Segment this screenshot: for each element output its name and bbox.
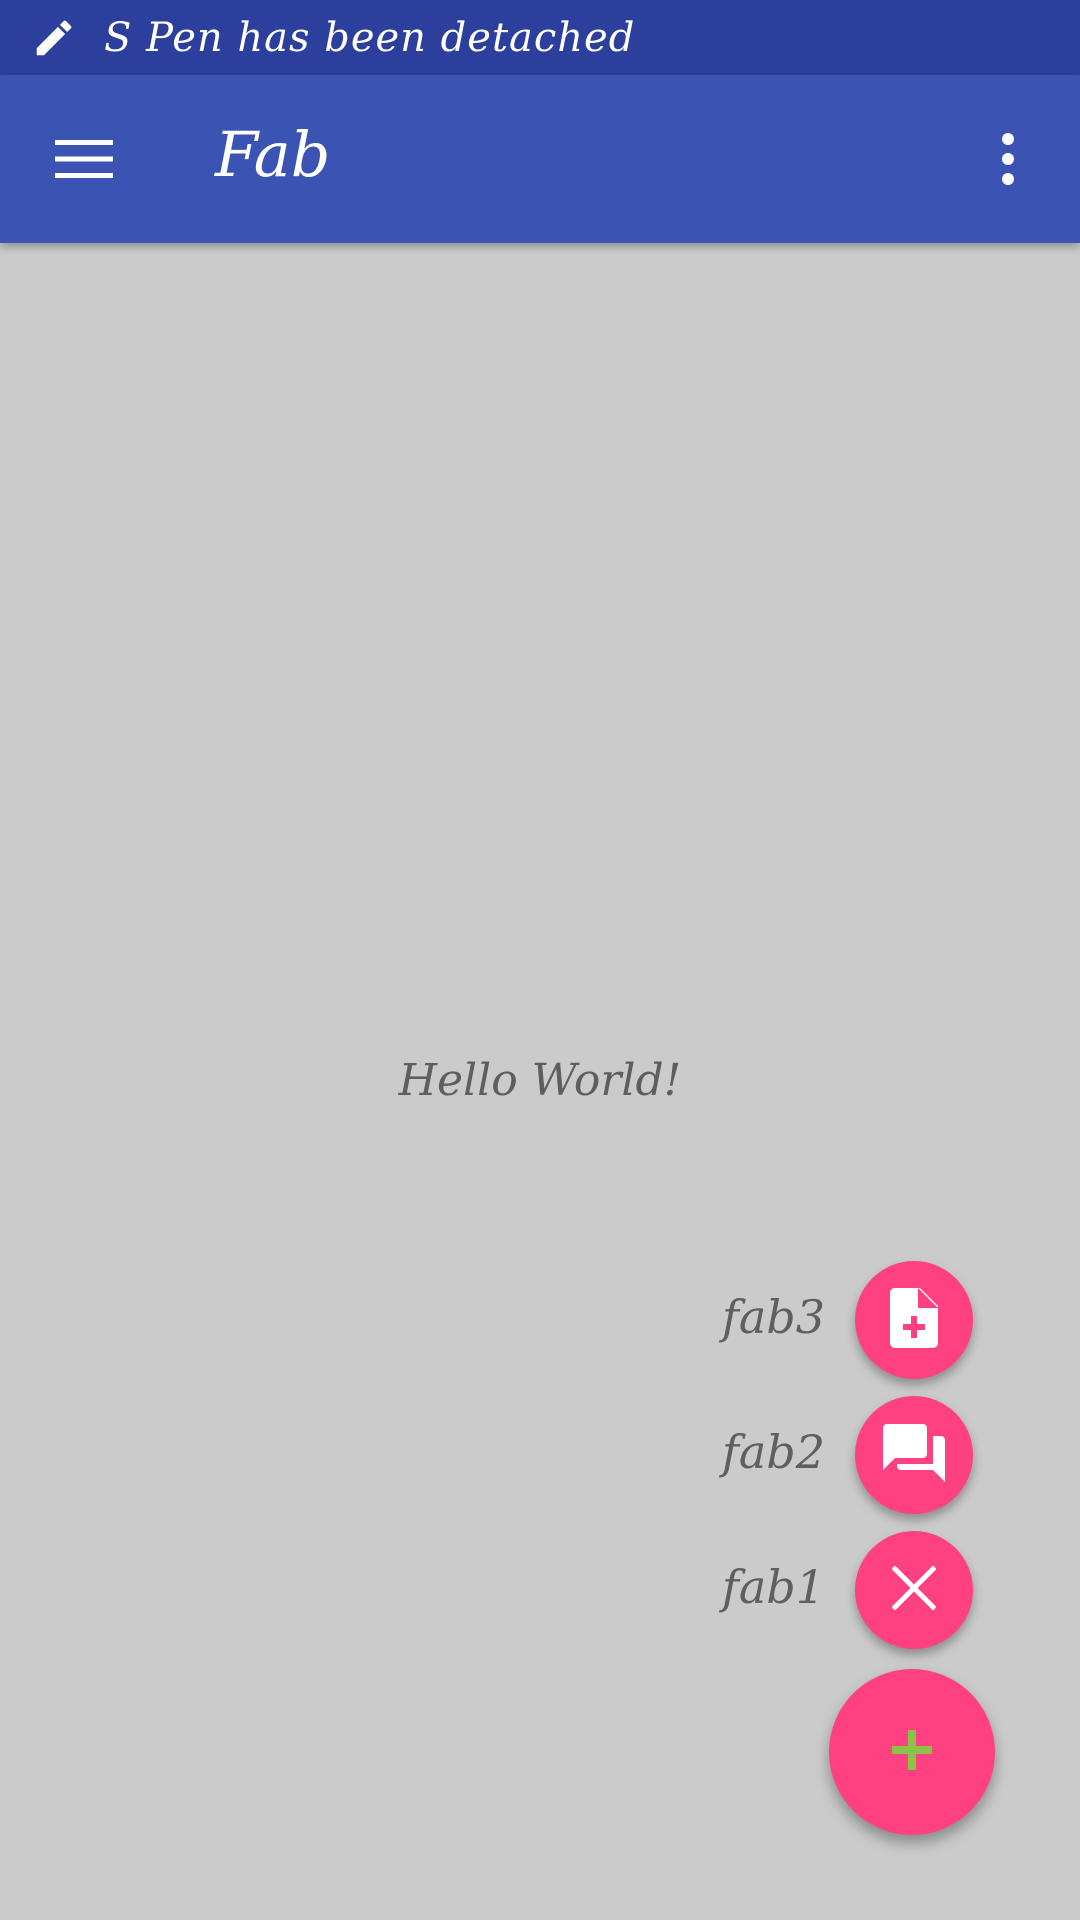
- hamburger-menu-icon[interactable]: [40, 121, 128, 197]
- close-icon: [891, 1565, 937, 1614]
- note-add-icon: [888, 1288, 940, 1352]
- pen-icon: [30, 14, 78, 62]
- status-bar: S Pen has been detached: [0, 0, 1080, 75]
- status-message: S Pen has been detached: [104, 14, 636, 61]
- more-vert-icon[interactable]: [982, 121, 1034, 197]
- fab3-button[interactable]: [855, 1261, 973, 1379]
- app-title: Fab: [215, 118, 331, 191]
- plus-icon: [892, 1730, 932, 1774]
- fab3-label: fab3: [721, 1290, 825, 1344]
- main-fab-button[interactable]: [829, 1669, 995, 1835]
- fab1-button[interactable]: [855, 1531, 973, 1649]
- app-bar: Fab: [0, 75, 1080, 243]
- fab2-button[interactable]: [855, 1396, 973, 1514]
- hello-text: Hello World!: [398, 1055, 682, 1106]
- fab1-label: fab1: [721, 1560, 825, 1614]
- forum-icon: [883, 1424, 945, 1486]
- fab2-label: fab2: [721, 1425, 825, 1479]
